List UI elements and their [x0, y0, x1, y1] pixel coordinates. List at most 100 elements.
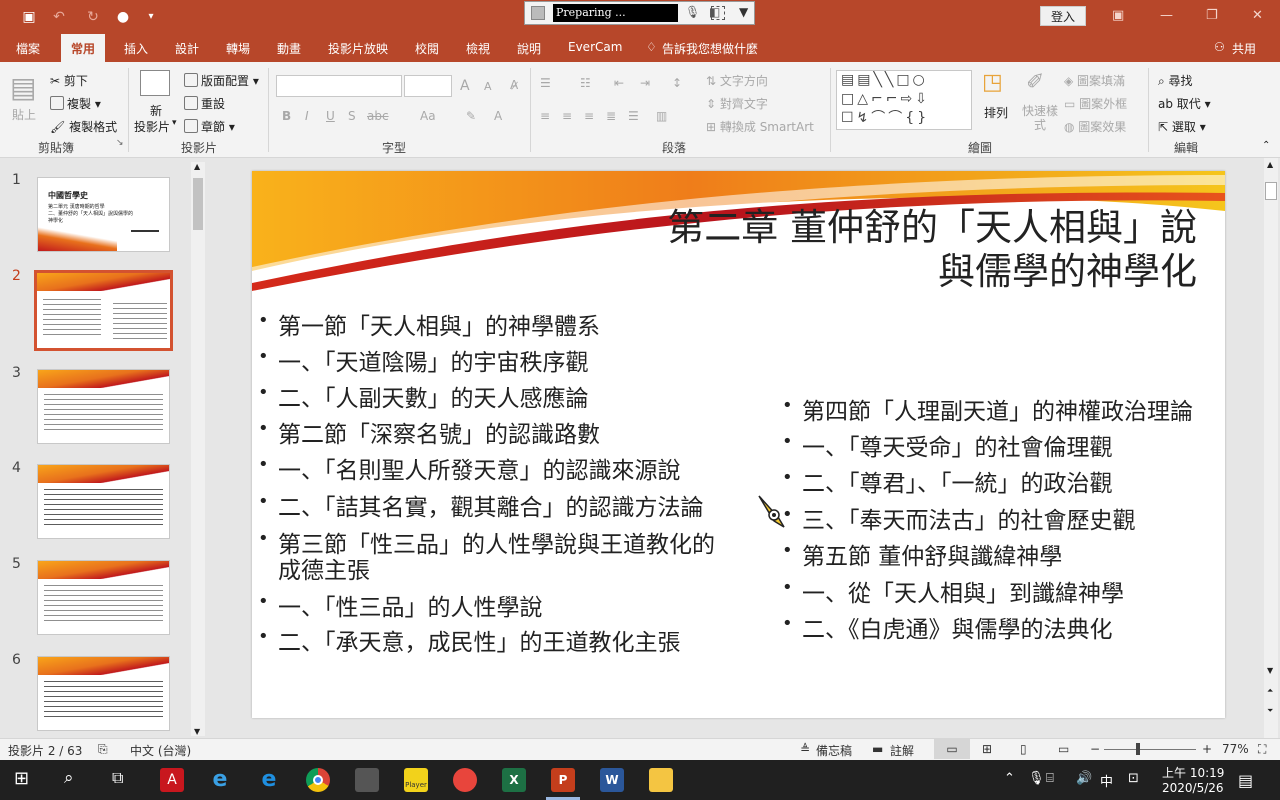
- search-icon[interactable]: ⌕: [64, 768, 74, 788]
- slide-thumbnail-4[interactable]: [37, 464, 170, 539]
- font-color-icon[interactable]: A: [494, 109, 502, 123]
- shape-outline-button[interactable]: 圖案外框: [1079, 97, 1127, 111]
- justify-icon[interactable]: ≣: [606, 109, 616, 123]
- paste-icon[interactable]: ▤: [10, 74, 36, 102]
- bold-button[interactable]: B: [282, 109, 291, 123]
- font-size-combobox[interactable]: [404, 75, 452, 97]
- zoom-slider-thumb[interactable]: [1136, 743, 1140, 755]
- chrome-icon[interactable]: [306, 768, 330, 792]
- columns-icon[interactable]: ▥: [656, 109, 667, 123]
- tab-home[interactable]: 常用: [61, 34, 106, 63]
- arrange-button[interactable]: 排列: [984, 104, 1008, 121]
- acrobat-icon[interactable]: A: [160, 768, 184, 792]
- smartart-button[interactable]: 轉換成 SmartArt: [720, 120, 814, 134]
- new-slide-button[interactable]: 投影片: [134, 118, 170, 135]
- chevron-up-icon[interactable]: ⌃: [1004, 771, 1015, 786]
- scroll-up-icon[interactable]: ▲: [194, 162, 200, 171]
- chevron-down-icon[interactable]: ▾: [172, 118, 177, 128]
- clock-time[interactable]: 上午 10:19: [1162, 764, 1224, 781]
- replace-button[interactable]: 取代: [1177, 97, 1201, 111]
- microphone-icon[interactable]: 🎙: [1028, 771, 1045, 786]
- highlight-icon[interactable]: ✎: [466, 109, 476, 123]
- slide-thumbnail-5[interactable]: [37, 560, 170, 635]
- word-icon[interactable]: W: [600, 768, 624, 792]
- cut-button[interactable]: 剪下: [64, 74, 88, 88]
- chevron-down-icon[interactable]: ▼: [739, 5, 748, 19]
- thumbnails-scrollbar[interactable]: ▲ ▼: [191, 162, 205, 736]
- customize-qat-icon[interactable]: ▾: [142, 8, 160, 26]
- slide-thumbnail-3[interactable]: [37, 369, 170, 444]
- distributed-icon[interactable]: ☰: [628, 109, 639, 123]
- new-slide-label[interactable]: 新: [150, 102, 162, 119]
- layout-button[interactable]: 版面配置: [201, 74, 249, 88]
- align-left-icon[interactable]: ≡: [540, 109, 550, 123]
- start-from-beginning-icon[interactable]: ●: [114, 8, 132, 26]
- clock-date[interactable]: 2020/5/26: [1162, 781, 1224, 795]
- notes-button[interactable]: 備忘稿: [816, 742, 852, 759]
- slide-thumbnail-2[interactable]: [34, 270, 173, 351]
- shrink-font-button[interactable]: A: [484, 80, 492, 93]
- shape-effects-button[interactable]: 圖案效果: [1078, 120, 1126, 134]
- underline-button[interactable]: U: [326, 109, 335, 123]
- zoom-level[interactable]: 77%: [1222, 742, 1249, 756]
- ime-mode-icon[interactable]: ⊡: [1128, 771, 1139, 786]
- paste-button[interactable]: 貼上: [12, 106, 36, 123]
- ime-indicator[interactable]: 中: [1100, 771, 1113, 790]
- format-painter-button[interactable]: 複製格式: [69, 120, 117, 134]
- shadow-button[interactable]: S: [348, 109, 356, 123]
- quick-styles-button[interactable]: 快速樣式: [1020, 104, 1060, 132]
- align-center-icon[interactable]: ≡: [562, 109, 572, 123]
- scroll-down-icon[interactable]: ▼: [1267, 666, 1273, 675]
- language-indicator[interactable]: 中文 (台灣): [130, 742, 191, 759]
- zoom-in-icon[interactable]: +: [1202, 742, 1212, 756]
- tab-file[interactable]: 檔案: [16, 40, 40, 57]
- evercam-icon[interactable]: [355, 768, 379, 792]
- shape-fill-button[interactable]: 圖案填滿: [1077, 74, 1125, 88]
- strikethrough-button[interactable]: abc: [367, 109, 389, 123]
- bullets-icon[interactable]: ☰: [540, 76, 551, 90]
- volume-icon[interactable]: 🔊: [1076, 771, 1092, 786]
- fit-to-window-icon[interactable]: ⛶: [1258, 742, 1266, 757]
- slide-title[interactable]: 第二章 董仲舒的「天人相與」說 與儒學的神學化: [497, 206, 1197, 294]
- scroll-down-icon[interactable]: ▼: [194, 727, 200, 736]
- slide-thumbnail-1[interactable]: 中國哲學史 第二單元 漢唐時期的哲學 二、董仲舒的「天人相與」說與儒學的 神學化: [37, 177, 170, 252]
- tab-slideshow[interactable]: 投影片放映: [328, 40, 388, 57]
- tab-insert[interactable]: 插入: [124, 40, 148, 57]
- section-button[interactable]: 章節: [201, 120, 225, 134]
- tab-animations[interactable]: 動畫: [277, 40, 301, 57]
- tab-design[interactable]: 設計: [175, 40, 199, 57]
- reset-button[interactable]: 重設: [201, 97, 225, 111]
- close-icon[interactable]: ✕: [1252, 8, 1263, 23]
- powerpoint-icon[interactable]: P: [551, 768, 575, 792]
- ribbon-options-icon[interactable]: ▣: [1112, 8, 1124, 23]
- windows-start-icon[interactable]: ⊞: [14, 768, 29, 789]
- share-button[interactable]: 共用: [1232, 40, 1256, 57]
- zoom-slider[interactable]: [1104, 749, 1196, 750]
- align-text-button[interactable]: 對齊文字: [720, 97, 768, 111]
- region-icon[interactable]: [711, 6, 725, 20]
- microphone-icon[interactable]: 🎙: [685, 5, 700, 19]
- slide-sorter-icon[interactable]: ⊞: [982, 742, 992, 756]
- tell-me-search[interactable]: 告訴我您想做什麼: [662, 40, 758, 57]
- network-icon[interactable]: ⌸: [1046, 771, 1054, 786]
- tab-transitions[interactable]: 轉場: [226, 40, 250, 57]
- reading-view-icon[interactable]: ▯: [1020, 742, 1027, 756]
- text-direction-button[interactable]: 文字方向: [720, 74, 768, 88]
- tab-help[interactable]: 說明: [517, 40, 541, 57]
- slide-thumbnail-6[interactable]: [37, 656, 170, 731]
- numbering-icon[interactable]: ☷: [580, 76, 591, 90]
- restore-icon[interactable]: ❐: [1206, 8, 1218, 23]
- font-name-combobox[interactable]: [276, 75, 402, 97]
- tab-review[interactable]: 校閱: [415, 40, 439, 57]
- collapse-ribbon-icon[interactable]: ⌃: [1262, 140, 1270, 151]
- file-explorer-icon[interactable]: [649, 768, 673, 792]
- stop-icon[interactable]: [531, 6, 545, 20]
- dialog-launcher-icon[interactable]: ↘: [116, 138, 124, 148]
- comments-button[interactable]: 註解: [890, 742, 914, 759]
- spelling-icon[interactable]: ⎘: [98, 742, 108, 757]
- task-view-icon[interactable]: ⧉: [112, 768, 123, 788]
- previous-slide-icon[interactable]: ⏶: [1267, 686, 1273, 696]
- change-case-button[interactable]: Aa: [420, 109, 436, 123]
- next-slide-icon[interactable]: ⏷: [1267, 706, 1273, 716]
- italic-button[interactable]: I: [305, 109, 309, 123]
